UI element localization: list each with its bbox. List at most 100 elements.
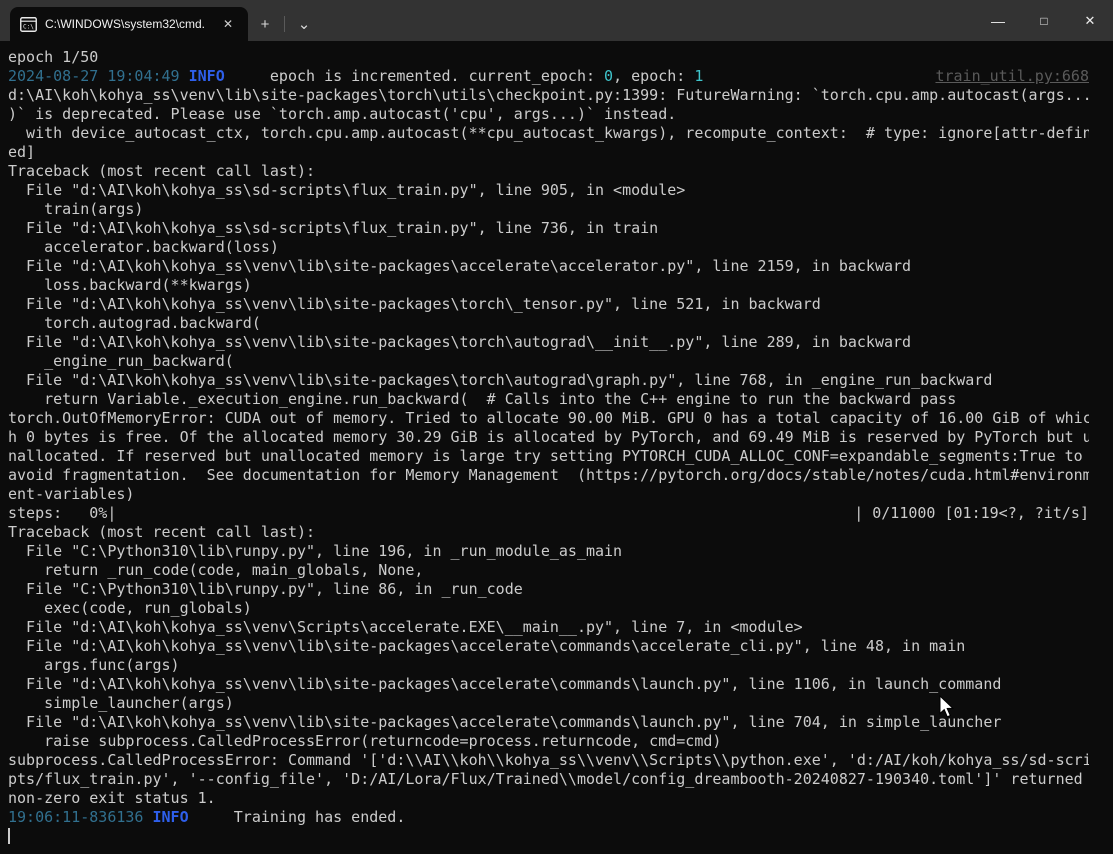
terminal-line: File "d:\AI\koh\kohya_ss\venv\lib\site-p… xyxy=(8,333,1089,352)
window-root: { "colors": { "fg": "#cccccc", "ts": "#3… xyxy=(0,0,1113,854)
terminal-text-segment: INFO xyxy=(188,67,225,85)
terminal-text-segment: avoid fragmentation. See documentation f… xyxy=(8,466,1089,484)
terminal-line: subprocess.CalledProcessError: Command '… xyxy=(8,751,1089,770)
terminal-text-segment: return _run_code(code, main_globals, Non… xyxy=(8,561,424,579)
terminal-line: torch.OutOfMemoryError: CUDA out of memo… xyxy=(8,409,1089,428)
terminal-line: nallocated. If reserved but unallocated … xyxy=(8,447,1089,466)
terminal-line: epoch 1/50 xyxy=(8,48,1089,67)
terminal-text-segment: File "d:\AI\koh\kohya_ss\venv\lib\site-p… xyxy=(8,637,966,655)
terminal-line: 19:06:11-836136 INFO Training has ended. xyxy=(8,808,1089,827)
terminal-text-segment: File "d:\AI\koh\kohya_ss\venv\lib\site-p… xyxy=(8,333,912,351)
terminal-text-segment: exec(code, run_globals) xyxy=(8,599,252,617)
terminal-text-segment: 0 xyxy=(604,67,614,85)
tab-close-icon[interactable]: ✕ xyxy=(218,14,238,34)
terminal-line: )` is deprecated. Please use `torch.amp.… xyxy=(8,105,1089,124)
terminal-text-segment: simple_launcher(args) xyxy=(8,694,234,712)
terminal-text-segment: accelerator.backward(loss) xyxy=(8,238,279,256)
terminal-text-segment: nallocated. If reserved but unallocated … xyxy=(8,447,1083,465)
terminal-text-segment: with device_autocast_ctx, torch.cpu.amp.… xyxy=(8,124,1089,142)
terminal-line: steps: 0%| | 0/11000 [01:19<?, ?it/s] xyxy=(8,504,1089,523)
tabbar-divider xyxy=(284,16,285,32)
terminal-line: File "d:\AI\koh\kohya_ss\venv\Scripts\ac… xyxy=(8,618,1089,637)
terminal-line: File "d:\AI\koh\kohya_ss\venv\lib\site-p… xyxy=(8,713,1089,732)
terminal-text-segment: subprocess.CalledProcessError: Command '… xyxy=(8,751,1089,769)
terminal-line: File "d:\AI\koh\kohya_ss\venv\lib\site-p… xyxy=(8,675,1089,694)
terminal-line: non-zero exit status 1. xyxy=(8,789,1089,808)
terminal-text-segment: , epoch: xyxy=(613,67,695,85)
terminal-text-segment: ed] xyxy=(8,143,36,161)
terminal-text-segment: 19:06:11-836136 xyxy=(8,808,144,826)
terminal-text-segment: File "d:\AI\koh\kohya_ss\venv\lib\site-p… xyxy=(8,371,993,389)
terminal-text-segment: File "d:\AI\koh\kohya_ss\sd-scripts\flux… xyxy=(8,219,659,237)
terminal-text-segment: _engine_run_backward( xyxy=(8,352,234,370)
terminal-line: File "C:\Python310\lib\runpy.py", line 8… xyxy=(8,580,1089,599)
terminal-line: ent-variables) xyxy=(8,485,1089,504)
maximize-button[interactable]: □ xyxy=(1021,0,1067,41)
terminal-text-segment: File "d:\AI\koh\kohya_ss\venv\lib\site-p… xyxy=(8,675,1002,693)
terminal-line: return _run_code(code, main_globals, Non… xyxy=(8,561,1089,580)
terminal-output[interactable]: epoch 1/50 2024-08-27 19:04:49 INFO epoch… xyxy=(0,41,1113,854)
terminal-line: args.func(args) xyxy=(8,656,1089,675)
terminal-text-segment: steps: 0%| xyxy=(8,504,117,522)
close-button[interactable]: ✕ xyxy=(1067,0,1113,41)
terminal-line: d:\AI\koh\kohya_ss\venv\lib\site-package… xyxy=(8,86,1089,105)
terminal-line: loss.backward(**kwargs) xyxy=(8,276,1089,295)
terminal-line: accelerator.backward(loss) xyxy=(8,238,1089,257)
terminal-text-segment: File "d:\AI\koh\kohya_ss\venv\lib\site-p… xyxy=(8,713,1002,731)
terminal-text-segment: Traceback (most recent call last): xyxy=(8,162,316,180)
terminal-line: File "d:\AI\koh\kohya_ss\venv\lib\site-p… xyxy=(8,295,1089,314)
tab-dropdown-button[interactable]: ⌄ xyxy=(287,7,321,41)
terminal-text-segment: 2024-08-27 19:04:49 xyxy=(8,67,180,85)
window-controls: — □ ✕ xyxy=(975,0,1113,41)
text-caret xyxy=(8,828,10,844)
terminal-text-segment: File "d:\AI\koh\kohya_ss\venv\lib\site-p… xyxy=(8,295,821,313)
terminal-line: File "d:\AI\koh\kohya_ss\sd-scripts\flux… xyxy=(8,181,1089,200)
terminal-line: raise subprocess.CalledProcessError(retu… xyxy=(8,732,1089,751)
terminal-line: avoid fragmentation. See documentation f… xyxy=(8,466,1089,485)
titlebar[interactable]: C:\ C:\WINDOWS\system32\cmd. ✕ + ⌄ — □ ✕ xyxy=(0,0,1113,41)
terminal-text-segment: torch.autograd.backward( xyxy=(8,314,261,332)
terminal-line: File "d:\AI\koh\kohya_ss\venv\lib\site-p… xyxy=(8,257,1089,276)
terminal-line: torch.autograd.backward( xyxy=(8,314,1089,333)
terminal-text-segment: train(args) xyxy=(8,200,144,218)
terminal-text-segment: torch.OutOfMemoryError: CUDA out of memo… xyxy=(8,409,1089,427)
terminal-text-segment: ent-variables) xyxy=(8,485,135,503)
terminal-text-segment: d:\AI\koh\kohya_ss\venv\lib\site-package… xyxy=(8,86,1089,104)
terminal-line: train(args) xyxy=(8,200,1089,219)
terminal-line: pts/flux_train.py', '--config_file', 'D:… xyxy=(8,770,1089,789)
terminal-line: ed] xyxy=(8,143,1089,162)
new-tab-button[interactable]: + xyxy=(248,7,282,41)
terminal-line: File "d:\AI\koh\kohya_ss\sd-scripts\flux… xyxy=(8,219,1089,238)
terminal-line xyxy=(8,827,1089,846)
terminal-text-segment: args.func(args) xyxy=(8,656,180,674)
terminal-line: File "d:\AI\koh\kohya_ss\venv\lib\site-p… xyxy=(8,371,1089,390)
terminal-line: Traceback (most recent call last): xyxy=(8,523,1089,542)
terminal-text-segment: File "d:\AI\koh\kohya_ss\sd-scripts\flux… xyxy=(8,181,686,199)
svg-text:C:\: C:\ xyxy=(23,23,34,30)
terminal-text-segment: File "C:\Python310\lib\runpy.py", line 1… xyxy=(8,542,623,560)
terminal-line: exec(code, run_globals) xyxy=(8,599,1089,618)
tab-title: C:\WINDOWS\system32\cmd. xyxy=(45,17,206,31)
terminal-text-segment: Traceback (most recent call last): xyxy=(8,523,316,541)
terminal-line: Traceback (most recent call last): xyxy=(8,162,1089,181)
terminal-text-segment: return Variable._execution_engine.run_ba… xyxy=(8,390,957,408)
terminal-line: _engine_run_backward( xyxy=(8,352,1089,371)
terminal-line: File "C:\Python310\lib\runpy.py", line 1… xyxy=(8,542,1089,561)
terminal-text-segment: epoch is incremented. current_epoch: xyxy=(224,67,605,85)
terminal-text-segment: File "d:\AI\koh\kohya_ss\venv\lib\site-p… xyxy=(8,257,912,275)
terminal-text-segment: h 0 bytes is free. Of the allocated memo… xyxy=(8,428,1089,446)
minimize-button[interactable]: — xyxy=(975,0,1021,41)
tab-cmd[interactable]: C:\ C:\WINDOWS\system32\cmd. ✕ xyxy=(10,7,248,41)
terminal-text-segment: Training has ended. xyxy=(188,808,406,826)
terminal-text-segment: pts/flux_train.py', '--config_file', 'D:… xyxy=(8,770,1083,788)
cmd-icon: C:\ xyxy=(20,16,37,32)
terminal-text-segment: train_util.py:668 xyxy=(935,67,1089,85)
terminal-text-segment: File "C:\Python310\lib\runpy.py", line 8… xyxy=(8,580,523,598)
terminal-line: 2024-08-27 19:04:49 INFO epoch is increm… xyxy=(8,67,1089,86)
terminal-line: h 0 bytes is free. Of the allocated memo… xyxy=(8,428,1089,447)
terminal-line: with device_autocast_ctx, torch.cpu.amp.… xyxy=(8,124,1089,143)
terminal-text-segment: raise subprocess.CalledProcessError(retu… xyxy=(8,732,722,750)
terminal-text-segment: INFO xyxy=(152,808,189,826)
